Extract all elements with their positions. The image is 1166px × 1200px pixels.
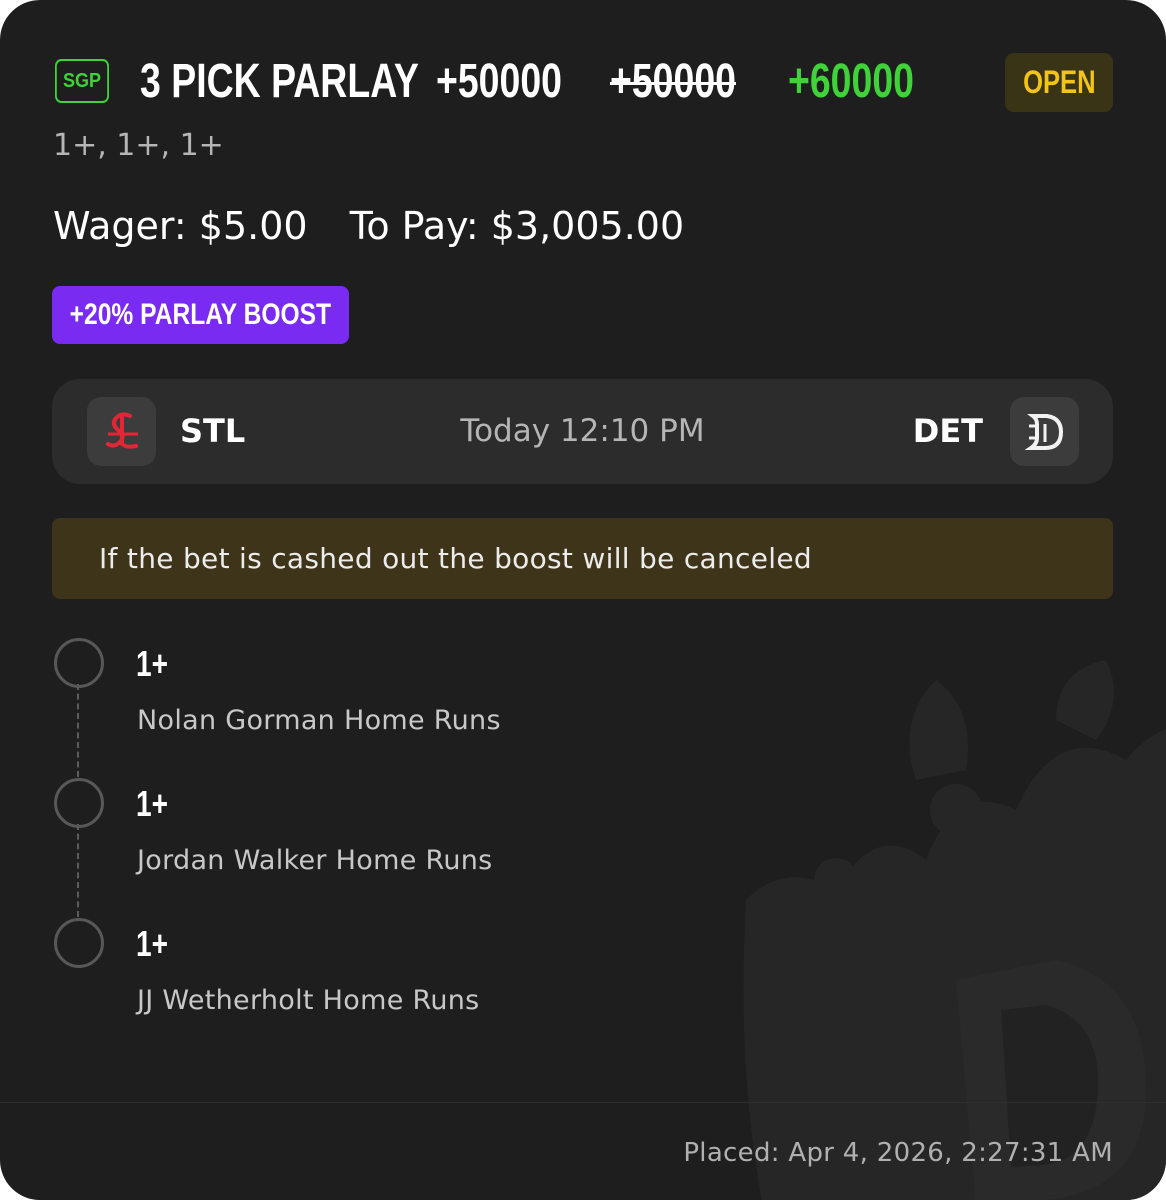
leg-label: JJ Wetherholt Home Runs [137,985,480,1016]
notice-text: If the bet is cashed out the boost will … [99,542,812,575]
selections-summary: 1+, 1+, 1+ [53,128,224,163]
boosted-odds: +60000 [788,55,914,108]
draftkings-crown-watermark-icon [743,660,1166,1200]
parlay-boost-label: +20% PARLAY BOOST [69,298,332,331]
to-pay-amount: To Pay: $3,005.00 [349,204,685,248]
placed-timestamp: Placed: Apr 4, 2026, 2:27:31 AM [683,1138,1113,1168]
leg-value: 1+ [136,643,169,684]
leg-status-circle [54,918,104,968]
status-badge: OPEN [1005,53,1113,112]
home-team-code: DET [912,412,983,450]
bet-title: 3 PICK PARLAY [140,55,419,108]
leg-status-circle [54,638,104,688]
leg-connector-line [77,684,79,777]
struck-odds: +50000 [610,55,736,108]
original-odds: +50000 [436,55,562,108]
sgp-badge: SGP [55,59,109,103]
tigers-d-logo-icon [1010,397,1079,466]
wager-amount: Wager: $5.00 [53,204,308,248]
leg-value: 1+ [136,783,169,824]
parlay-boost-badge[interactable]: +20% PARLAY BOOST [52,286,349,344]
leg-label: Jordan Walker Home Runs [137,845,493,876]
leg-connector-line [77,824,79,917]
wager-row: Wager: $5.00 To Pay: $3,005.00 [53,204,684,248]
leg-label: Nolan Gorman Home Runs [137,705,501,736]
bet-card[interactable]: SGP 3 PICK PARLAY +50000 +50000 +60000 O… [0,0,1166,1200]
leg-value: 1+ [136,923,169,964]
footer-divider [0,1102,1166,1103]
status-label: OPEN [1022,64,1096,100]
boost-cashout-notice: If the bet is cashed out the boost will … [52,518,1113,599]
game-matchup-bar[interactable]: STL Today 12:10 PM DET [52,379,1113,484]
leg-status-circle [54,778,104,828]
